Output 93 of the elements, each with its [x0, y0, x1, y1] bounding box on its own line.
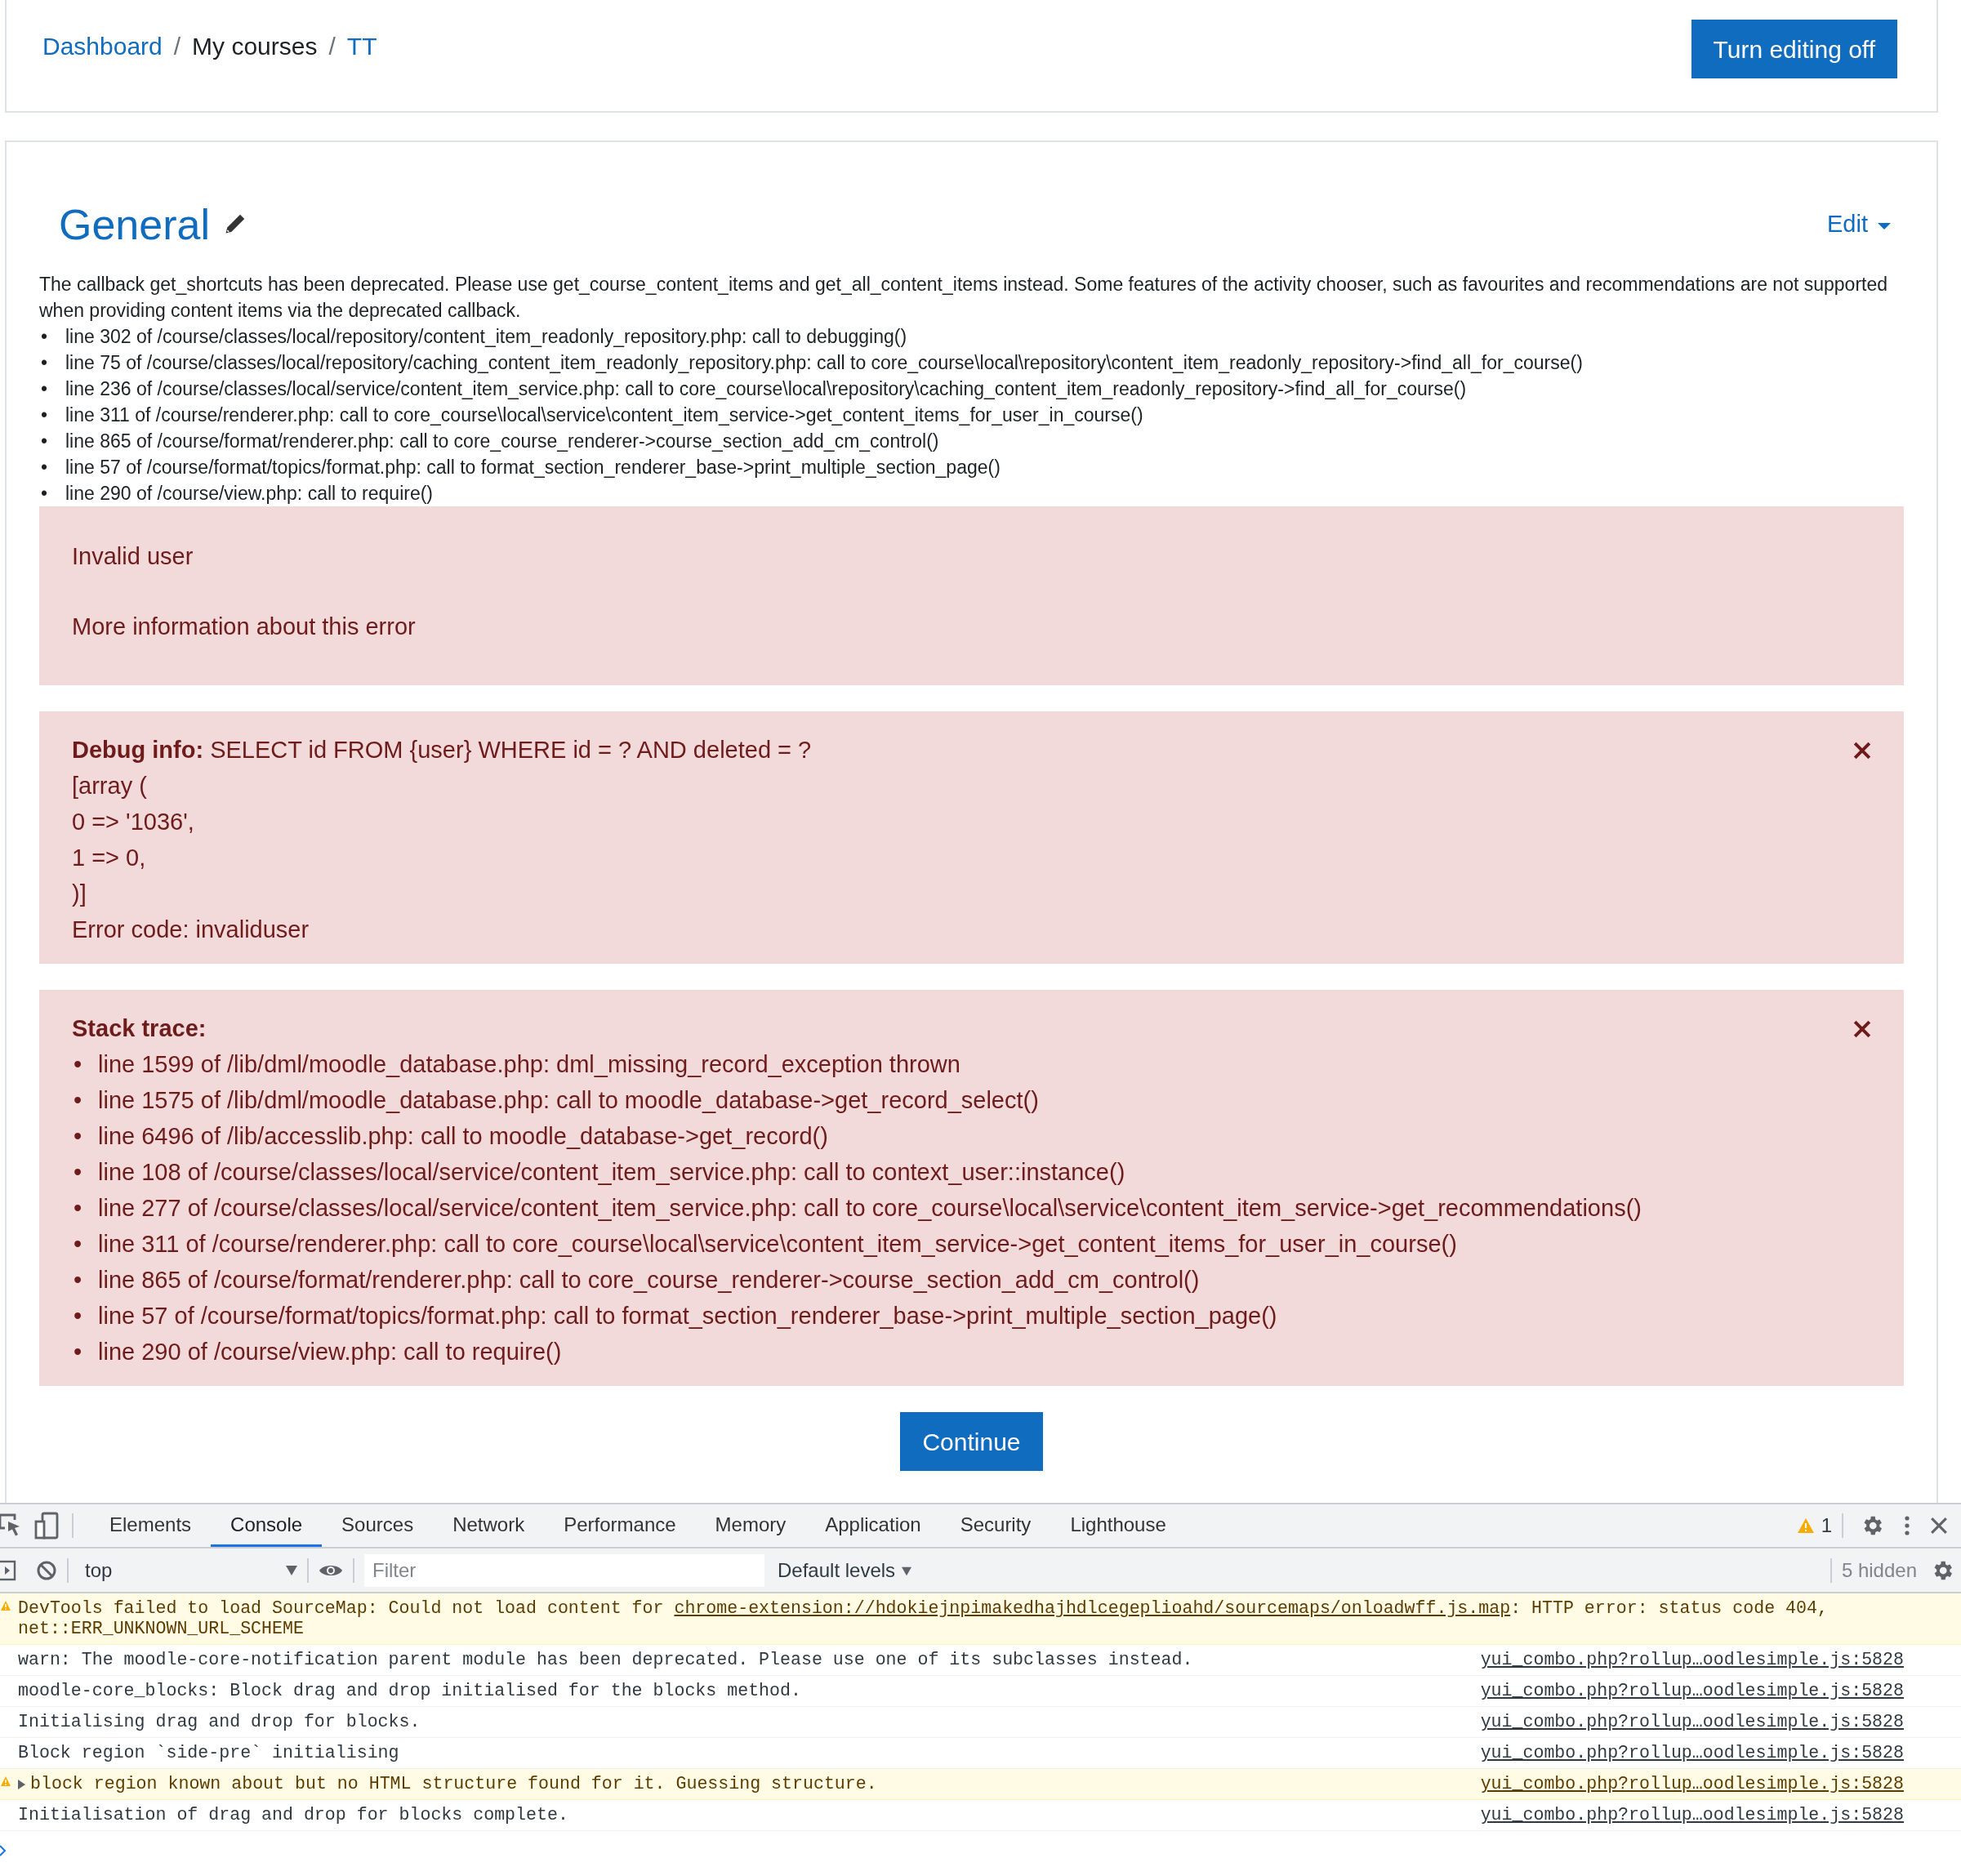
- list-bullet: •: [73, 1302, 83, 1331]
- more-icon[interactable]: [1904, 1515, 1910, 1536]
- error-message: Invalid user: [72, 542, 194, 572]
- console-message: warn: The moodle-core-notification parent module has been deprecated. Please use one of its subclasses instead.: [18, 1650, 1193, 1670]
- prompt-icon: [0, 1844, 7, 1856]
- devtools-tab[interactable]: Network: [433, 1504, 545, 1547]
- console-message: moodle-core_blocks: Block drag and drop initialised for the blocks method.: [18, 1681, 801, 1701]
- trace-line: line 236 of /course/classes/local/service/content_item_service.php: call to core_course\local\repository\caching_content_item_readonly_repository->find_all_for_course(): [65, 377, 1467, 402]
- console-message: DevTools failed to load SourceMap: Could not load content for chrome-extension://hdokiejnpimakedhajhdlcegeplioahd/sourcemaps/onloadwff.js.map: HTTP error: status code 404, net::ERR_UNKNOWN_URL_SCHEME: [18, 1598, 1829, 1639]
- list-bullet: •: [73, 1338, 83, 1367]
- stack-trace-line: line 57 of /course/format/topics/format.php: call to format_section_renderer_base->print_multiple_section_page(): [98, 1302, 1277, 1331]
- stack-trace-line: line 1575 of /lib/dml/moodle_database.php: call to moodle_database->get_record_select(): [98, 1086, 1039, 1116]
- filter-field[interactable]: Filter: [364, 1553, 764, 1587]
- devtools-tab[interactable]: Memory: [695, 1504, 806, 1547]
- stack-trace-line: line 290 of /course/view.php: call to require(): [98, 1338, 562, 1367]
- source-link[interactable]: yui_combo.php?rollup…oodlesimple.js:5828: [1480, 1681, 1904, 1701]
- devtools-tab[interactable]: Lighthouse: [1050, 1504, 1186, 1547]
- breadcrumb-link[interactable]: TT: [346, 33, 377, 60]
- console-message: Block region `side-pre` initialising: [18, 1743, 399, 1763]
- turn-editing-off-button[interactable]: Turn editing off: [1691, 20, 1897, 78]
- hidden-count: 5 hidden: [1841, 1557, 1917, 1583]
- stack-trace-line: line 6496 of /lib/accesslib.php: call to moodle_database->get_record(): [98, 1122, 828, 1152]
- trace-line: line 865 of /course/format/renderer.php: call to core_course_renderer->course_section_add_cm_control(): [65, 430, 939, 454]
- stack-trace-line: line 865 of /course/format/renderer.php: call to core_course_renderer->course_section_add_cm_control(): [98, 1266, 1200, 1295]
- list-bullet: •: [40, 325, 49, 350]
- console-message: Initialisation of drag and drop for blocks complete.: [18, 1805, 568, 1825]
- expand-icon[interactable]: [18, 1780, 25, 1789]
- trace-line: line 75 of /course/classes/local/repository/caching_content_item_readonly_repository.php: call to core_course\local\repository\content_item_readonly_repository->find_all_for_course(): [65, 351, 1583, 376]
- breadcrumb-separator: /: [328, 33, 336, 60]
- caret-icon[interactable]: [286, 1565, 297, 1575]
- device-icon[interactable]: [34, 1512, 59, 1540]
- source-link[interactable]: yui_combo.php?rollup…oodlesimple.js:5828: [1480, 1650, 1904, 1670]
- clear-console-icon[interactable]: [36, 1559, 57, 1581]
- stack-trace-line: line 1599 of /lib/dml/moodle_database.php: dml_missing_record_exception thrown: [98, 1050, 960, 1080]
- stack-trace-heading: Stack trace:: [72, 1014, 207, 1044]
- stack-trace-line: line 311 of /course/renderer.php: call to core_course\local\service\content_item_service->get_content_items_for_user_in_course(): [98, 1230, 1457, 1259]
- debug-line: Debug info: SELECT id FROM {user} WHERE id = ? AND deleted = ?: [72, 736, 812, 765]
- source-link[interactable]: yui_combo.php?rollup…oodlesimple.js:5828: [1480, 1805, 1904, 1825]
- trace-line: line 311 of /course/renderer.php: call to core_course\local\service\content_item_service->get_content_items_for_user_in_course(): [65, 403, 1143, 428]
- edit-menu[interactable]: Edit: [1827, 207, 1891, 243]
- list-bullet: •: [73, 1194, 83, 1223]
- levels-dropdown[interactable]: Default levels: [773, 1554, 917, 1586]
- trace-line: line 57 of /course/format/topics/format.php: call to format_section_renderer_base->print_multiple_section_page(): [65, 456, 1001, 480]
- debug-line: [array (: [72, 772, 148, 801]
- source-map-link[interactable]: chrome-extension://hdokiejnpimakedhajhdlcegeplioahd/sourcemaps/onloadwff.js.map: [674, 1598, 1511, 1618]
- list-bullet: •: [40, 430, 49, 454]
- list-bullet: •: [73, 1158, 83, 1188]
- list-bullet: •: [40, 403, 49, 428]
- close-icon[interactable]: [1853, 742, 1871, 760]
- stack-trace-line: line 277 of /course/classes/local/service/content_item_service.php: call to core_course\local\service\content_item_service->get_recommendations(): [98, 1194, 1642, 1223]
- context-dropdown[interactable]: top: [85, 1555, 297, 1585]
- warning-count[interactable]: 1: [1821, 1511, 1832, 1540]
- list-bullet: •: [73, 1086, 83, 1116]
- list-bullet: •: [40, 456, 49, 480]
- warning-icon: [0, 1600, 11, 1611]
- console-message: block region known about but no HTML structure found for it. Guessing structure.: [30, 1774, 877, 1794]
- error-info-text: More information about this error: [72, 612, 417, 641]
- list-bullet: •: [40, 351, 49, 376]
- list-bullet: •: [73, 1266, 83, 1295]
- caret-icon[interactable]: [902, 1566, 912, 1577]
- caret-icon[interactable]: [1878, 222, 1891, 229]
- breadcrumb-item: My courses: [192, 33, 318, 60]
- deprecation-message: The callback get_shortcuts has been deprecated. Please use get_course_content_items and get_all_content_items instead. Some features of the activity chooser, such as favourites and recommendations are not supported when providing content items via the deprecated callback.: [39, 273, 1889, 323]
- inspect-icon[interactable]: [0, 1513, 21, 1538]
- debug-line: 1 => 0,: [72, 844, 147, 873]
- console-message: Initialising drag and drop for blocks.: [18, 1712, 421, 1732]
- source-link[interactable]: yui_combo.php?rollup…oodlesimple.js:5828: [1480, 1774, 1904, 1794]
- devtools-tab[interactable]: Performance: [544, 1504, 696, 1547]
- stack-trace-line: line 108 of /course/classes/local/service/content_item_service.php: call to context_user::instance(): [98, 1158, 1125, 1188]
- devtools-tab[interactable]: Elements: [90, 1504, 212, 1547]
- close-icon[interactable]: [1853, 1020, 1871, 1039]
- list-bullet: •: [73, 1050, 83, 1080]
- devtools-tab[interactable]: Application: [805, 1504, 941, 1547]
- trace-line: line 302 of /course/classes/local/repository/content_item_readonly_repository.php: call to debugging(): [65, 325, 907, 350]
- source-link[interactable]: yui_combo.php?rollup…oodlesimple.js:5828: [1480, 1743, 1904, 1763]
- debug-line: 0 => '1036',: [72, 808, 195, 837]
- breadcrumb-link[interactable]: Dashboard: [42, 33, 163, 60]
- continue-button[interactable]: Continue: [900, 1412, 1043, 1472]
- list-bullet: •: [40, 482, 49, 506]
- close-icon[interactable]: [1930, 1517, 1948, 1535]
- sidebar-toggle-icon[interactable]: [0, 1559, 16, 1581]
- devtools-tab[interactable]: Security: [940, 1504, 1051, 1547]
- list-bullet: •: [73, 1230, 83, 1259]
- section-title: General: [59, 200, 210, 250]
- list-bullet: •: [73, 1122, 83, 1152]
- source-link[interactable]: yui_combo.php?rollup…oodlesimple.js:5828: [1480, 1712, 1904, 1732]
- list-bullet: •: [40, 377, 49, 402]
- debug-line: Error code: invaliduser: [72, 916, 310, 945]
- debug-line: )]: [72, 880, 87, 909]
- devtools-tab[interactable]: Sources: [322, 1504, 434, 1547]
- trace-line: line 290 of /course/view.php: call to require(): [65, 482, 434, 506]
- breadcrumb-separator: /: [173, 33, 181, 60]
- warning-icon: [0, 1776, 11, 1787]
